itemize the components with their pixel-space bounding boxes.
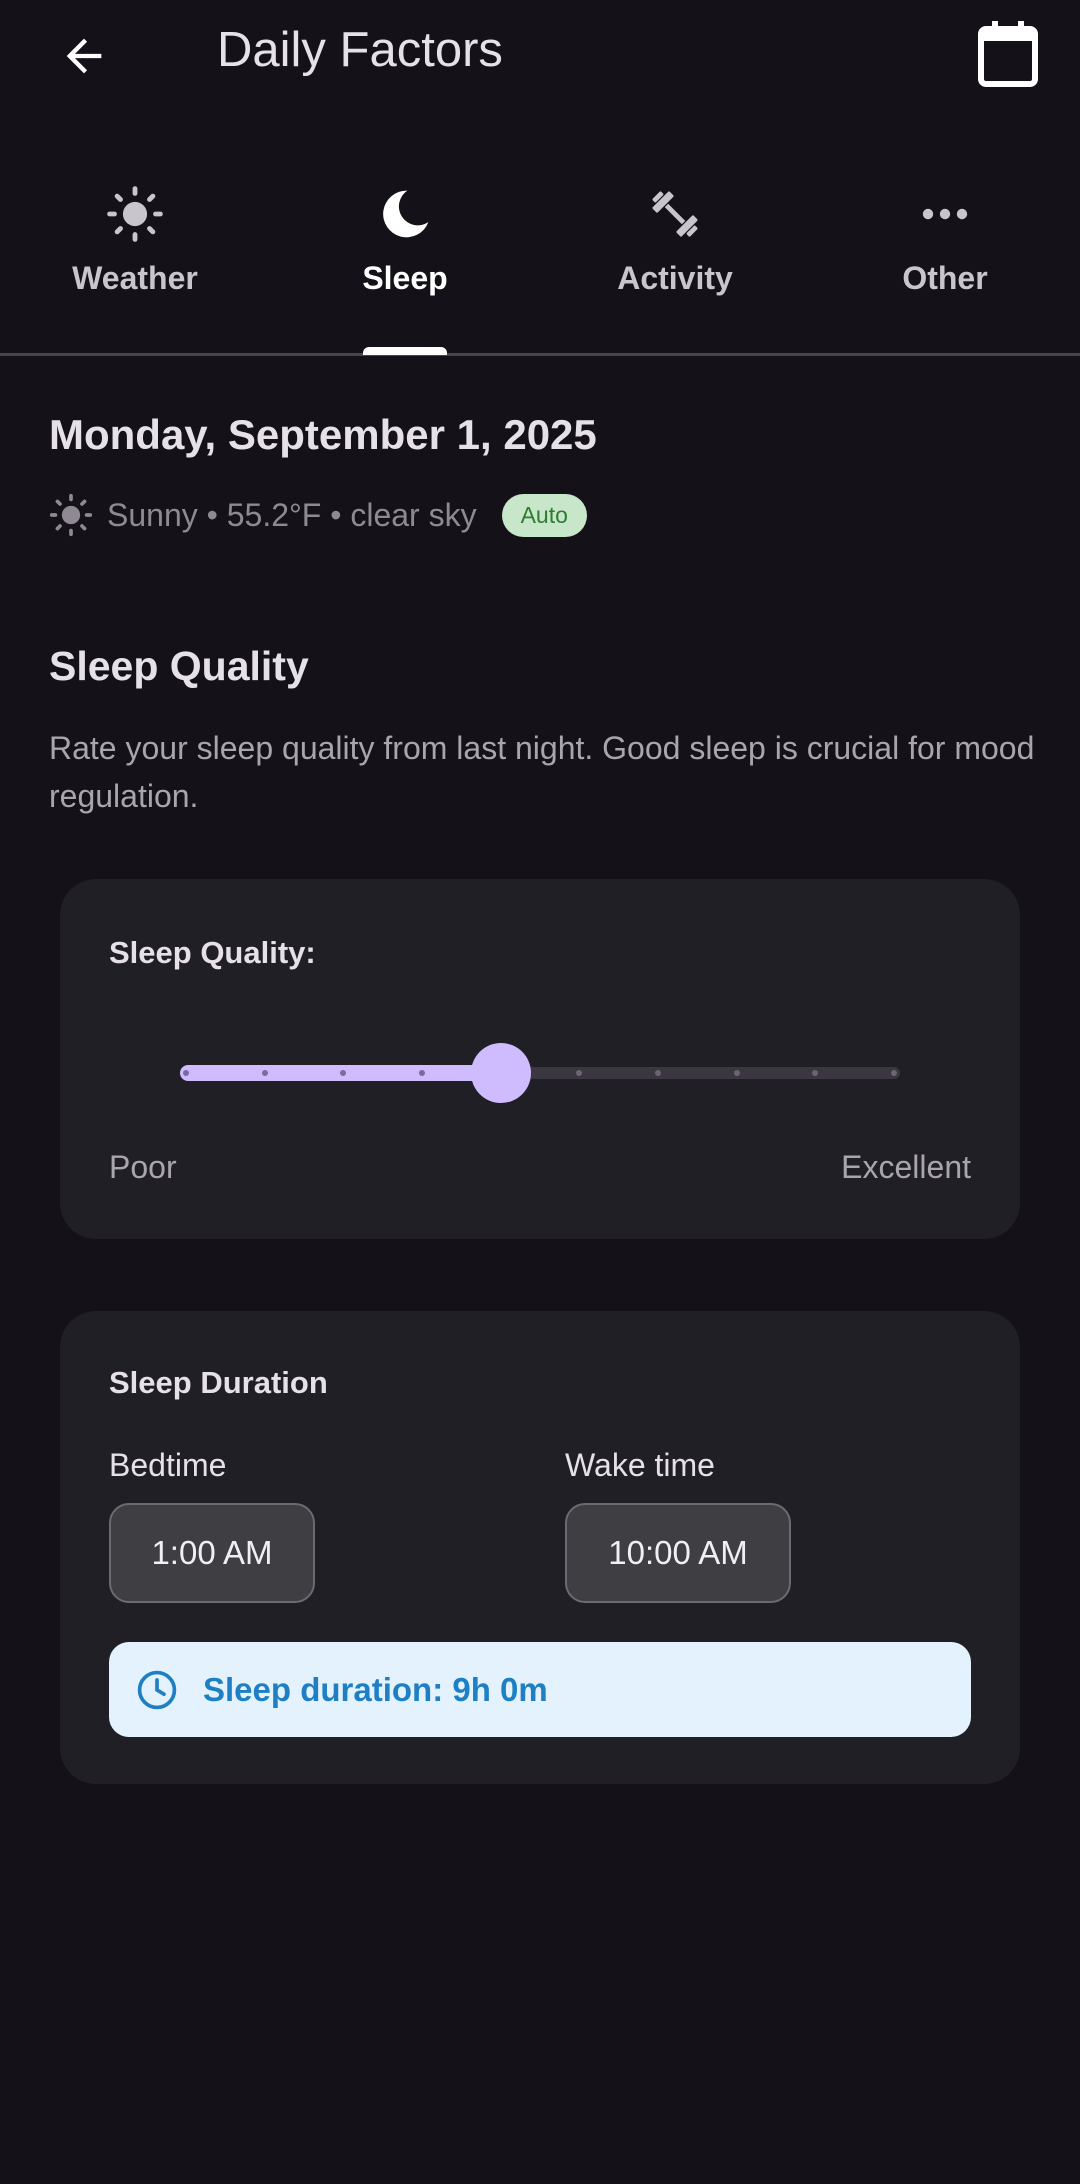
slider-max-label: Excellent xyxy=(841,1149,971,1185)
wake-time-button[interactable]: 10:00 AM xyxy=(565,1503,791,1603)
clock-icon xyxy=(137,1670,177,1709)
sleep-duration-summary: Sleep duration: 9h 0m xyxy=(109,1642,971,1737)
back-button[interactable] xyxy=(44,16,124,96)
tab-label: Sleep xyxy=(362,260,448,296)
calendar-icon xyxy=(978,21,1038,87)
section-title: Sleep Quality xyxy=(49,643,309,689)
tab-weather[interactable]: Weather xyxy=(0,170,270,356)
tab-sleep[interactable]: Sleep xyxy=(270,170,540,356)
slider-tick xyxy=(261,1070,268,1076)
sleep-duration-text: Sleep duration: 9h 0m xyxy=(203,1670,548,1708)
tab-indicator xyxy=(363,347,447,355)
slider-tick xyxy=(655,1070,661,1076)
slider-tick xyxy=(183,1070,189,1076)
tab-label: Other xyxy=(902,260,988,296)
calendar-button[interactable] xyxy=(968,14,1048,94)
arrow-back-icon xyxy=(66,38,102,74)
app-bar: Daily Factors xyxy=(0,0,1080,110)
bedtime-button[interactable]: 1:00 AM xyxy=(109,1503,315,1603)
sun-icon xyxy=(107,186,163,242)
sleep-duration-card: Sleep Duration Bedtime Wake time 1:00 AM… xyxy=(60,1311,1020,1784)
dumbbell-icon xyxy=(652,191,698,237)
tab-label: Activity xyxy=(617,260,733,296)
page-title: Daily Factors xyxy=(217,23,503,77)
moon-icon xyxy=(383,190,429,238)
sleep-quality-card: Sleep Quality: Poor Excellent xyxy=(60,879,1020,1239)
sleep-quality-label: Sleep Quality: xyxy=(109,935,316,970)
slider-thumb[interactable] xyxy=(470,1043,531,1103)
tab-other[interactable]: Other xyxy=(810,170,1080,356)
sleep-duration-title: Sleep Duration xyxy=(109,1365,328,1400)
slider-tick xyxy=(419,1070,425,1076)
slider-tick xyxy=(733,1070,740,1076)
sun-icon xyxy=(49,493,93,537)
wake-time-label: Wake time xyxy=(565,1447,715,1483)
auto-badge: Auto xyxy=(501,493,587,537)
tab-activity[interactable]: Activity xyxy=(540,170,810,356)
weather-text: Sunny • 55.2°F • clear sky xyxy=(107,496,477,533)
slider-min-label: Poor xyxy=(109,1149,177,1185)
sleep-quality-slider[interactable] xyxy=(180,1043,900,1103)
date-title: Monday, September 1, 2025 xyxy=(49,411,597,458)
more-horiz-icon xyxy=(922,208,968,220)
tab-label: Weather xyxy=(72,260,198,296)
weather-summary: Sunny • 55.2°F • clear sky Auto xyxy=(49,490,587,540)
tab-bar: Weather Sleep Activity Other xyxy=(0,170,1080,356)
section-description: Rate your sleep quality from last night.… xyxy=(49,730,1035,814)
slider-tick xyxy=(891,1070,897,1076)
bedtime-label: Bedtime xyxy=(109,1447,227,1483)
